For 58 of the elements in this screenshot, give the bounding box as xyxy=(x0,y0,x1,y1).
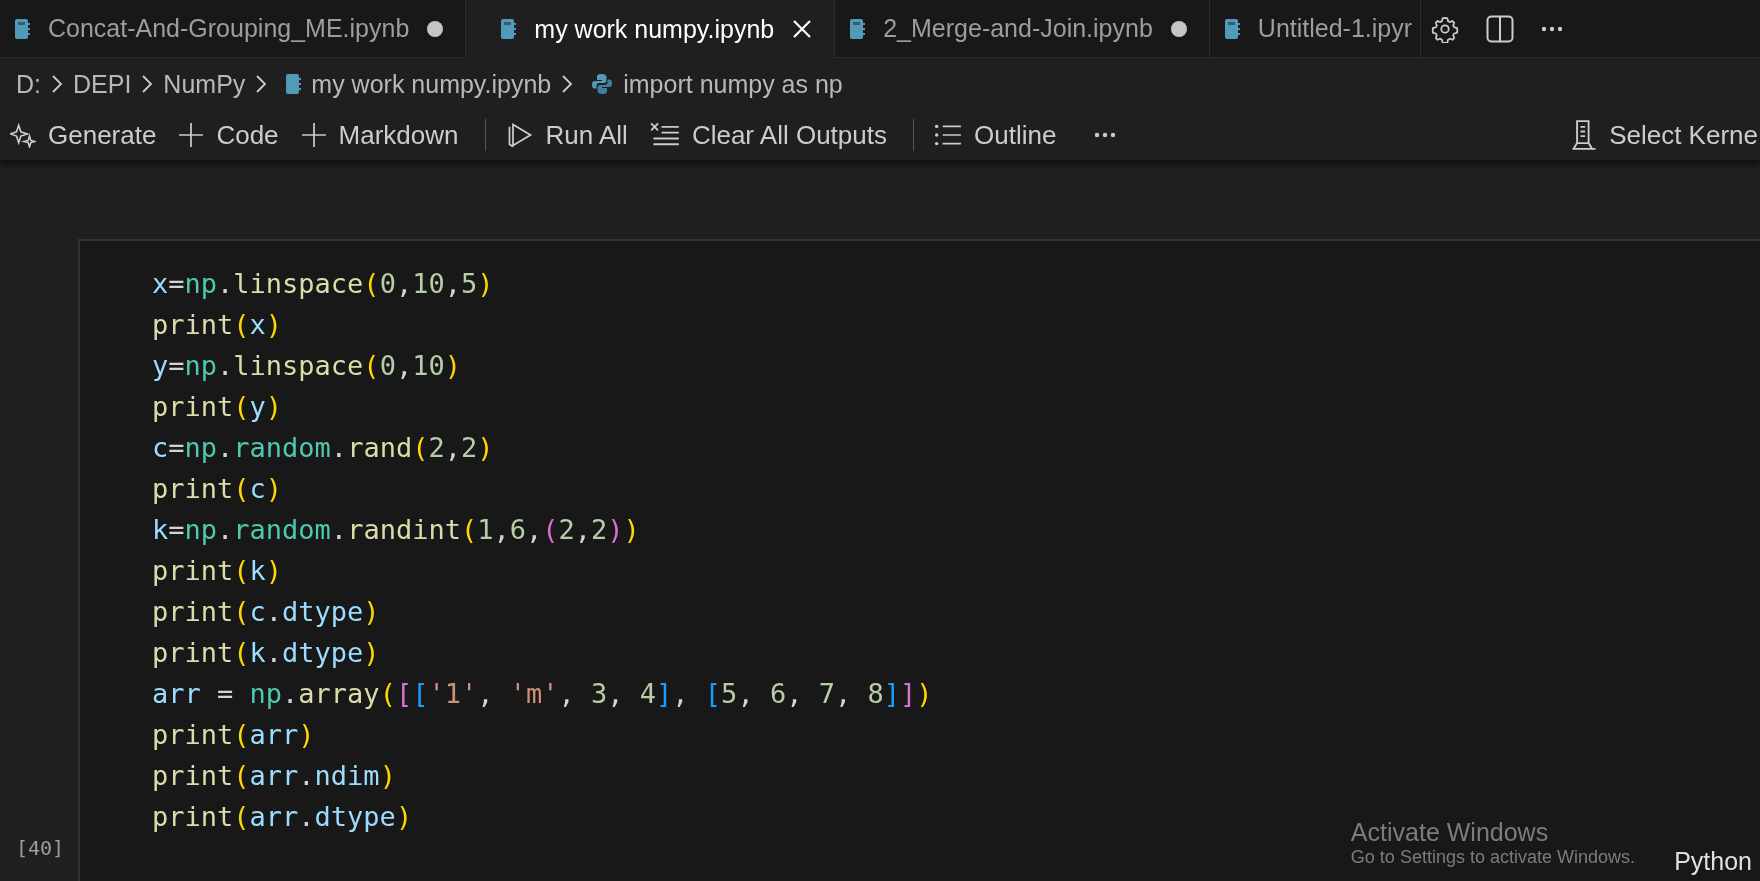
chevron-icon xyxy=(255,74,268,94)
editor-tab[interactable]: my work numpy.ipynb xyxy=(466,0,836,58)
editor-tab[interactable]: Concat-And-Grouping_ME.ipynb xyxy=(0,0,467,58)
toolbar-button[interactable]: Code xyxy=(174,115,293,155)
notebook-icon xyxy=(500,18,517,40)
cell-language[interactable]: Python xyxy=(1674,847,1752,876)
select-kernel-button[interactable]: Select Kerne xyxy=(1567,115,1760,155)
code-line: print(y) xyxy=(152,390,283,424)
code-line: print(k.dtype) xyxy=(152,636,380,670)
toolbar-button[interactable]: Clear All Outputs xyxy=(645,115,901,155)
execution-count: [40] xyxy=(16,836,65,860)
code-line: x=np.linspace(0,10,5) xyxy=(152,267,494,301)
toolbar-button[interactable]: Outline xyxy=(930,115,1071,155)
notebook-icon xyxy=(1223,17,1240,40)
chevron-icon xyxy=(141,74,154,94)
more-icon[interactable] xyxy=(1541,25,1564,32)
more-icon[interactable] xyxy=(1094,132,1117,138)
toolbar-button[interactable]: Generate xyxy=(6,115,171,155)
code-line: print(c.dtype) xyxy=(152,595,380,629)
code-line: print(k) xyxy=(152,554,283,588)
toolbar-button[interactable]: Run All xyxy=(501,115,642,155)
editor-tab[interactable]: Untitled-1.ipyr xyxy=(1209,0,1422,58)
code-line: print(arr.ndim) xyxy=(152,759,396,793)
settings-icon[interactable] xyxy=(1431,14,1460,43)
editor-tab[interactable]: 2_Merge-and-Join.ipynb xyxy=(835,0,1210,58)
toolbar-button[interactable]: Markdown xyxy=(296,115,473,155)
code-line: k=np.random.randint(1,6,(2,2)) xyxy=(152,513,640,547)
activation-notice-message: Go to Settings to activate Windows. xyxy=(1350,847,1635,868)
breadcrumb-item[interactable]: D: xyxy=(16,69,41,99)
code-line: y=np.linspace(0,10) xyxy=(152,349,461,383)
sparkle-icon xyxy=(10,122,36,148)
split-editor-icon[interactable] xyxy=(1485,13,1516,44)
code-line: arr = np.array([['1', 'm', 3, 4], [5, 6, 7, 8]]) xyxy=(152,677,933,711)
breadcrumb-item[interactable]: DEPI xyxy=(73,69,132,99)
plus-icon xyxy=(178,122,205,148)
code-line: print(x) xyxy=(152,308,283,342)
unsaved-dot-icon[interactable] xyxy=(1170,20,1187,37)
activation-notice-title: Activate Windows xyxy=(1350,818,1549,847)
clear-outputs-icon xyxy=(649,122,680,148)
server-icon xyxy=(1571,120,1598,150)
notebook-icon xyxy=(849,17,866,40)
breadcrumb-item[interactable]: import numpy as np xyxy=(623,69,843,99)
breadcrumb-item[interactable]: my work numpy.ipynb xyxy=(311,69,552,99)
code-line: c=np.random.rand(2,2) xyxy=(152,431,494,465)
code-line: print(arr) xyxy=(152,718,315,752)
code-line: print(c) xyxy=(152,472,283,506)
chevron-icon xyxy=(51,74,63,94)
list-icon xyxy=(934,123,962,147)
code-line: print(arr.dtype) xyxy=(152,800,413,834)
python-icon xyxy=(591,73,614,95)
close-icon[interactable] xyxy=(792,19,813,39)
breadcrumb-item[interactable]: NumPy xyxy=(163,69,246,99)
unsaved-dot-icon[interactable] xyxy=(427,20,444,37)
plus-icon xyxy=(300,122,327,148)
notebook-icon xyxy=(285,73,302,95)
chevron-icon xyxy=(561,74,574,94)
notebook-icon xyxy=(14,17,30,40)
code-cell[interactable] xyxy=(78,239,1760,881)
